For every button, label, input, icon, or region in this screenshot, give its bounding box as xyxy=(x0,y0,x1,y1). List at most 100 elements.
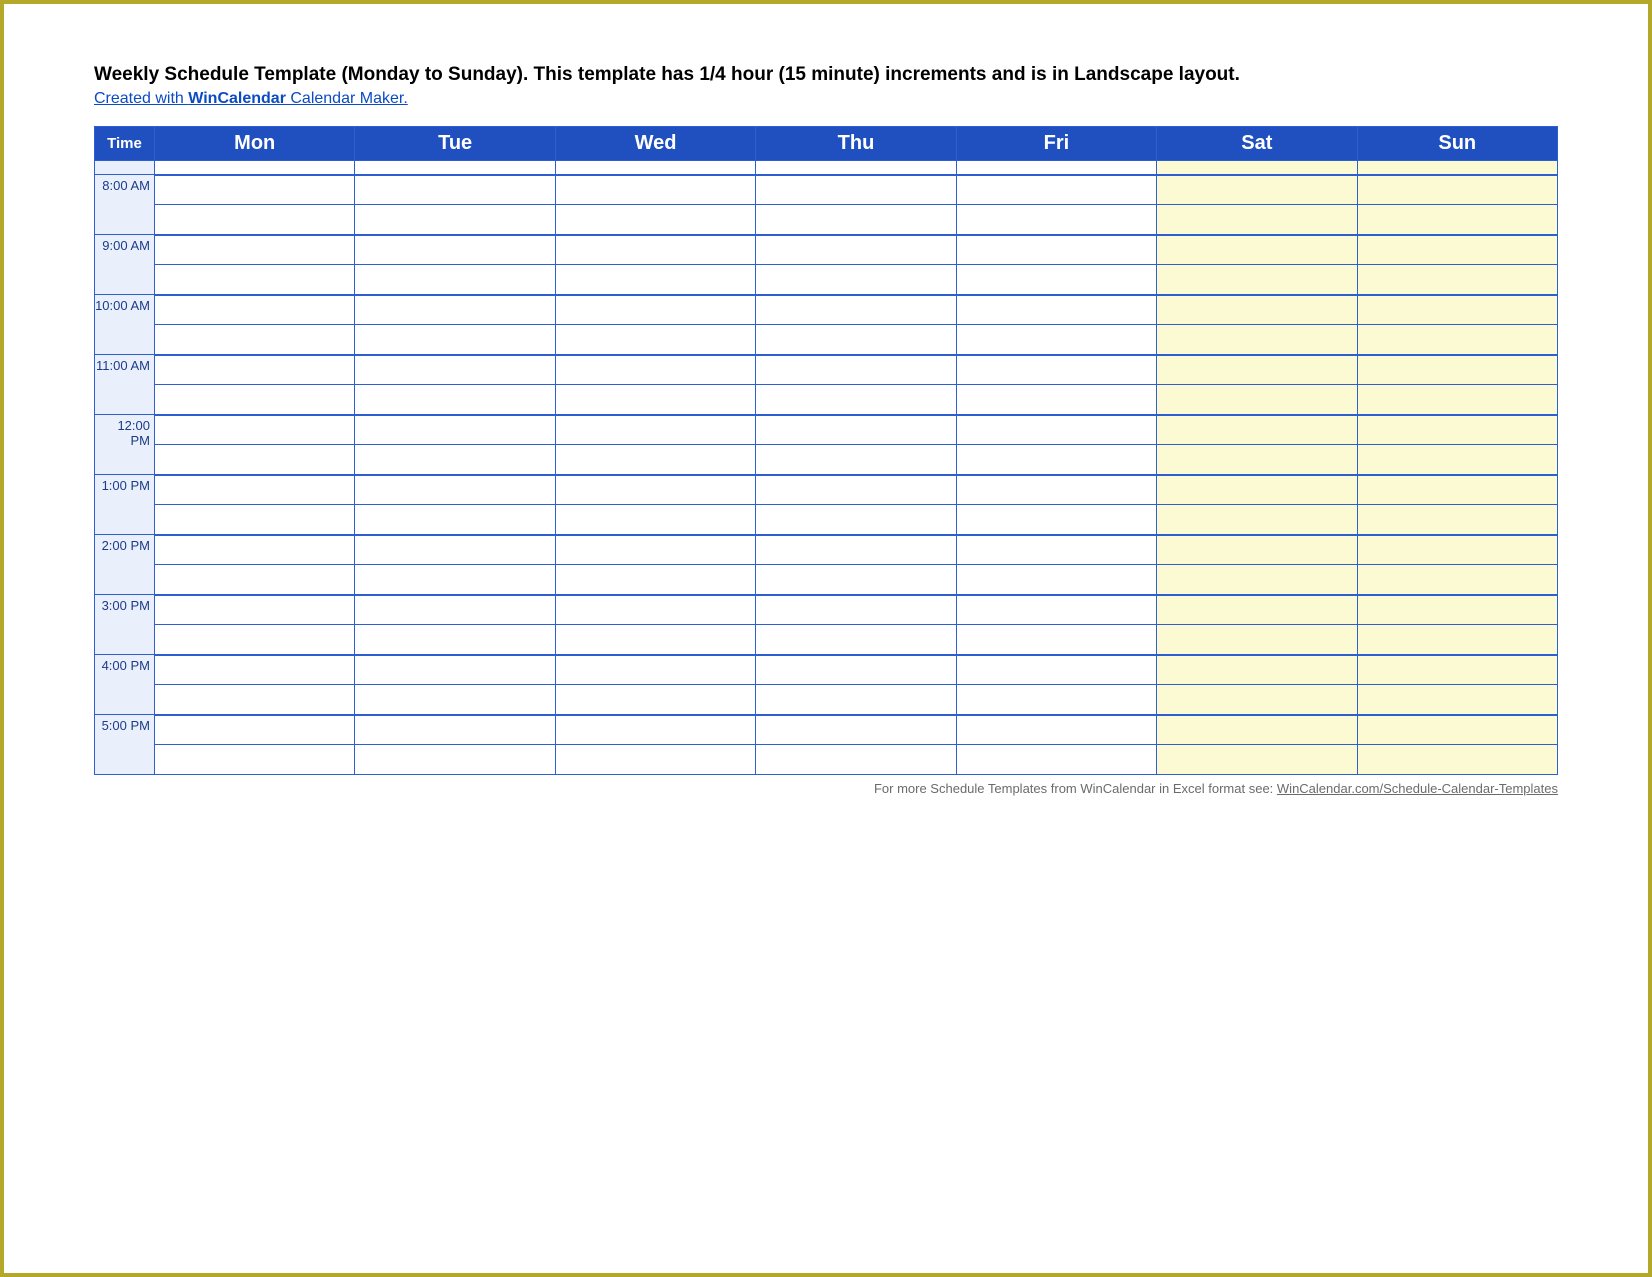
schedule-cell[interactable] xyxy=(1357,475,1557,505)
schedule-cell[interactable] xyxy=(1157,175,1357,205)
schedule-cell[interactable] xyxy=(555,745,755,775)
schedule-cell[interactable] xyxy=(555,715,755,745)
schedule-cell[interactable] xyxy=(355,595,555,625)
schedule-cell[interactable] xyxy=(956,415,1156,445)
schedule-cell[interactable] xyxy=(155,295,355,325)
schedule-cell[interactable] xyxy=(155,505,355,535)
schedule-cell[interactable] xyxy=(355,325,555,355)
schedule-cell[interactable] xyxy=(1157,295,1357,325)
schedule-cell[interactable] xyxy=(355,655,555,685)
schedule-cell[interactable] xyxy=(756,535,956,565)
schedule-cell[interactable] xyxy=(155,205,355,235)
schedule-cell[interactable] xyxy=(555,445,755,475)
schedule-cell[interactable] xyxy=(756,595,956,625)
footer-link[interactable]: WinCalendar.com/Schedule-Calendar-Templa… xyxy=(1277,781,1558,796)
schedule-cell[interactable] xyxy=(555,625,755,655)
schedule-cell[interactable] xyxy=(1157,265,1357,295)
schedule-cell[interactable] xyxy=(756,685,956,715)
schedule-cell[interactable] xyxy=(956,565,1156,595)
schedule-cell[interactable] xyxy=(1157,595,1357,625)
schedule-cell[interactable] xyxy=(1357,295,1557,325)
schedule-cell[interactable] xyxy=(756,175,956,205)
schedule-cell[interactable] xyxy=(756,295,956,325)
schedule-cell[interactable] xyxy=(1157,655,1357,685)
schedule-cell[interactable] xyxy=(155,385,355,415)
schedule-cell[interactable] xyxy=(1157,535,1357,565)
schedule-cell[interactable] xyxy=(756,745,956,775)
schedule-cell[interactable] xyxy=(956,295,1156,325)
schedule-cell[interactable] xyxy=(1357,445,1557,475)
schedule-cell[interactable] xyxy=(555,655,755,685)
schedule-cell[interactable] xyxy=(1357,415,1557,445)
schedule-cell[interactable] xyxy=(1157,325,1357,355)
schedule-cell[interactable] xyxy=(1357,385,1557,415)
schedule-cell[interactable] xyxy=(756,625,956,655)
schedule-cell[interactable] xyxy=(956,745,1156,775)
schedule-cell[interactable] xyxy=(1157,205,1357,235)
schedule-cell[interactable] xyxy=(355,415,555,445)
schedule-cell[interactable] xyxy=(1157,625,1357,655)
schedule-cell[interactable] xyxy=(1357,535,1557,565)
schedule-cell[interactable] xyxy=(155,715,355,745)
schedule-cell[interactable] xyxy=(355,625,555,655)
schedule-cell[interactable] xyxy=(956,325,1156,355)
schedule-cell[interactable] xyxy=(155,445,355,475)
schedule-cell[interactable] xyxy=(155,595,355,625)
schedule-cell[interactable] xyxy=(756,235,956,265)
schedule-cell[interactable] xyxy=(1357,655,1557,685)
schedule-cell[interactable] xyxy=(956,595,1156,625)
schedule-cell[interactable] xyxy=(1157,505,1357,535)
schedule-cell[interactable] xyxy=(155,265,355,295)
credit-link[interactable]: Created with WinCalendar Calendar Maker. xyxy=(94,90,408,107)
schedule-cell[interactable] xyxy=(555,175,755,205)
schedule-cell[interactable] xyxy=(555,565,755,595)
schedule-cell[interactable] xyxy=(756,205,956,235)
schedule-cell[interactable] xyxy=(1357,355,1557,385)
schedule-cell[interactable] xyxy=(1357,685,1557,715)
schedule-cell[interactable] xyxy=(555,205,755,235)
schedule-cell[interactable] xyxy=(956,265,1156,295)
schedule-cell[interactable] xyxy=(155,475,355,505)
schedule-cell[interactable] xyxy=(355,475,555,505)
schedule-cell[interactable] xyxy=(756,715,956,745)
schedule-cell[interactable] xyxy=(555,535,755,565)
schedule-cell[interactable] xyxy=(355,235,555,265)
schedule-cell[interactable] xyxy=(155,745,355,775)
schedule-cell[interactable] xyxy=(155,655,355,685)
schedule-cell[interactable] xyxy=(956,685,1156,715)
schedule-cell[interactable] xyxy=(355,445,555,475)
schedule-cell[interactable] xyxy=(956,175,1156,205)
schedule-cell[interactable] xyxy=(555,325,755,355)
schedule-cell[interactable] xyxy=(555,595,755,625)
schedule-cell[interactable] xyxy=(555,385,755,415)
schedule-cell[interactable] xyxy=(355,535,555,565)
schedule-cell[interactable] xyxy=(155,535,355,565)
schedule-cell[interactable] xyxy=(1357,205,1557,235)
schedule-cell[interactable] xyxy=(756,355,956,385)
schedule-cell[interactable] xyxy=(155,175,355,205)
schedule-cell[interactable] xyxy=(756,655,956,685)
schedule-cell[interactable] xyxy=(155,685,355,715)
schedule-cell[interactable] xyxy=(1157,355,1357,385)
schedule-cell[interactable] xyxy=(756,475,956,505)
schedule-cell[interactable] xyxy=(1357,745,1557,775)
schedule-cell[interactable] xyxy=(555,235,755,265)
schedule-cell[interactable] xyxy=(956,505,1156,535)
schedule-cell[interactable] xyxy=(956,475,1156,505)
schedule-cell[interactable] xyxy=(155,235,355,265)
schedule-cell[interactable] xyxy=(355,205,555,235)
schedule-cell[interactable] xyxy=(756,505,956,535)
schedule-cell[interactable] xyxy=(756,415,956,445)
schedule-cell[interactable] xyxy=(355,745,555,775)
schedule-cell[interactable] xyxy=(1157,415,1357,445)
schedule-cell[interactable] xyxy=(355,265,555,295)
schedule-cell[interactable] xyxy=(756,445,956,475)
schedule-cell[interactable] xyxy=(555,475,755,505)
schedule-cell[interactable] xyxy=(1157,715,1357,745)
schedule-cell[interactable] xyxy=(1157,745,1357,775)
schedule-cell[interactable] xyxy=(355,685,555,715)
schedule-cell[interactable] xyxy=(155,415,355,445)
schedule-cell[interactable] xyxy=(956,355,1156,385)
schedule-cell[interactable] xyxy=(355,355,555,385)
schedule-cell[interactable] xyxy=(1357,325,1557,355)
